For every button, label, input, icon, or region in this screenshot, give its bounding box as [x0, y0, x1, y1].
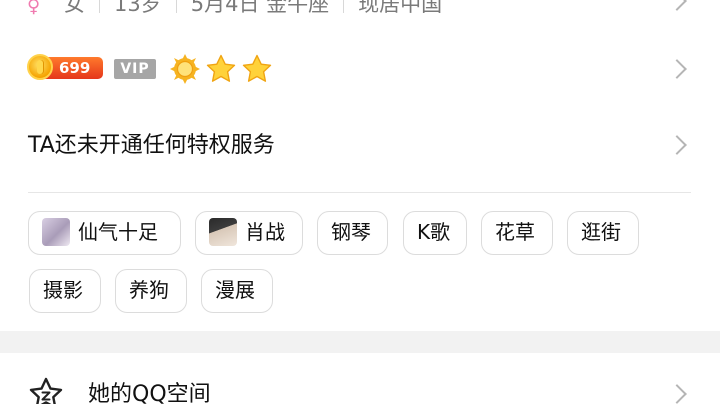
- tag-item[interactable]: 钢琴: [317, 211, 388, 255]
- tag-item[interactable]: K歌: [403, 211, 467, 255]
- section-gap: [0, 331, 720, 353]
- badge-row[interactable]: 699 VIP: [0, 44, 720, 94]
- gender-text: 女: [64, 0, 85, 16]
- tag-thumbnail: [42, 218, 70, 246]
- tag-item[interactable]: 花草: [481, 211, 553, 255]
- tag-label: K歌: [417, 220, 451, 244]
- coin-icon: [27, 54, 53, 80]
- privilege-row[interactable]: TA还未开通任何特权服务: [0, 118, 720, 172]
- chevron-right-icon: [667, 135, 687, 155]
- separator: [175, 0, 177, 13]
- separator: [343, 0, 345, 13]
- tag-label: 漫展: [215, 278, 255, 302]
- profile-info-row[interactable]: ♀ 女 13岁 5月4日 金牛座 现居中国: [0, 0, 720, 18]
- tag-label: 养狗: [129, 278, 169, 302]
- tag-item[interactable]: 漫展: [201, 269, 273, 313]
- zodiac-text: 金牛座: [266, 0, 330, 16]
- vip-badge: VIP: [114, 59, 156, 79]
- tag-item[interactable]: 逛街: [567, 211, 639, 255]
- tag-label: 仙气十足: [78, 220, 158, 244]
- chevron-right-icon: [667, 59, 687, 79]
- divider: [28, 192, 691, 193]
- age-text: 13岁: [114, 0, 162, 16]
- tag-label: 摄影: [43, 278, 83, 302]
- tag-item[interactable]: 摄影: [29, 269, 101, 313]
- profile-info: 女 13岁 5月4日 金牛座 现居中国: [64, 0, 442, 16]
- sun-level-icon: [170, 54, 200, 84]
- separator: [99, 0, 100, 13]
- tag-label: 肖战: [245, 220, 285, 244]
- female-icon: ♀: [27, 0, 41, 17]
- tag-thumbnail: [209, 218, 237, 246]
- tag-label: 花草: [495, 220, 535, 244]
- tag-item[interactable]: 肖战: [195, 211, 303, 255]
- privilege-text: TA还未开通任何特权服务: [28, 133, 275, 158]
- tag-label: 钢琴: [331, 220, 371, 244]
- tag-label: 逛街: [581, 220, 621, 244]
- star-level-icon: [242, 54, 272, 82]
- chevron-right-icon: [667, 384, 687, 404]
- qzone-row[interactable]: 她的QQ空间: [0, 353, 720, 404]
- birthday-text: 5月4日: [190, 0, 260, 16]
- star-level-icon: [206, 54, 236, 82]
- chevron-right-icon: [667, 0, 687, 11]
- qzone-star-icon: [29, 377, 63, 404]
- qzone-label: 她的QQ空间: [88, 382, 211, 404]
- tag-item[interactable]: 养狗: [115, 269, 187, 313]
- tag-item[interactable]: 仙气十足: [28, 211, 181, 255]
- location-text: 现居中国: [358, 0, 443, 16]
- coin-badge: 699: [27, 54, 103, 80]
